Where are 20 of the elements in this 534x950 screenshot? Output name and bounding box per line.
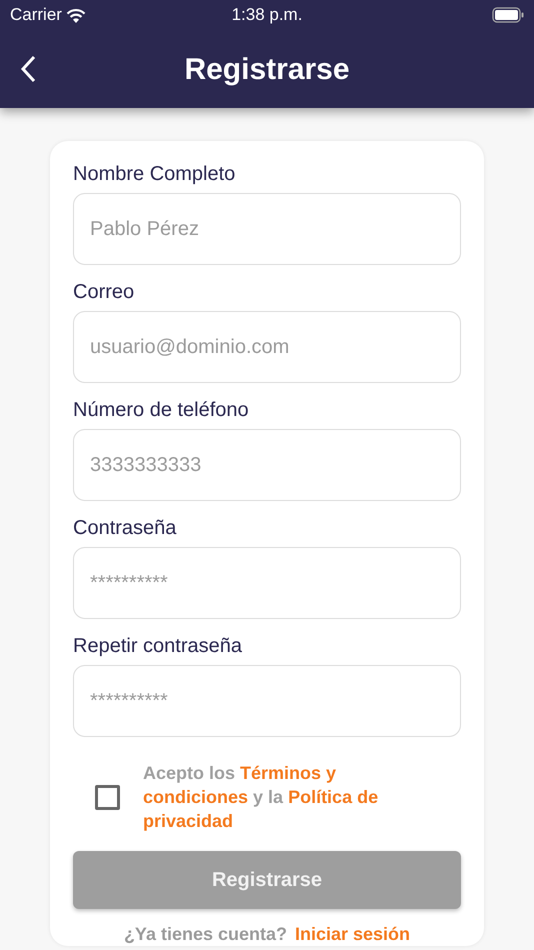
field-label: Nombre Completo [73,162,236,187]
input-field[interactable]: ********** [73,547,461,619]
wifi-icon [66,8,86,22]
login-prompt: ¿Ya tienes cuenta? [124,923,287,946]
terms-text[interactable]: Acepto los Términos y condiciones y la Política de privacidad [143,761,428,833]
input-field[interactable]: ********** [73,665,461,737]
field-label: Repetir contraseña [73,634,243,659]
carrier-text: Carrier [10,4,62,26]
field-label: Número de teléfono [73,398,250,423]
input-field[interactable]: usuario@dominio.com [73,311,461,383]
field-label: Contraseña [73,516,178,541]
login-link[interactable]: Iniciar sesión [295,921,410,946]
field-label: Correo [73,280,136,305]
input-field[interactable]: 3333333333 [73,429,461,501]
battery-icon [492,7,524,23]
back-icon[interactable] [20,55,36,83]
input-field[interactable]: Pablo Pérez [73,193,461,265]
screen-title: Registrarse [184,52,350,88]
status-time: 1:38 p.m. [232,4,302,26]
terms-checkbox[interactable] [95,784,120,810]
